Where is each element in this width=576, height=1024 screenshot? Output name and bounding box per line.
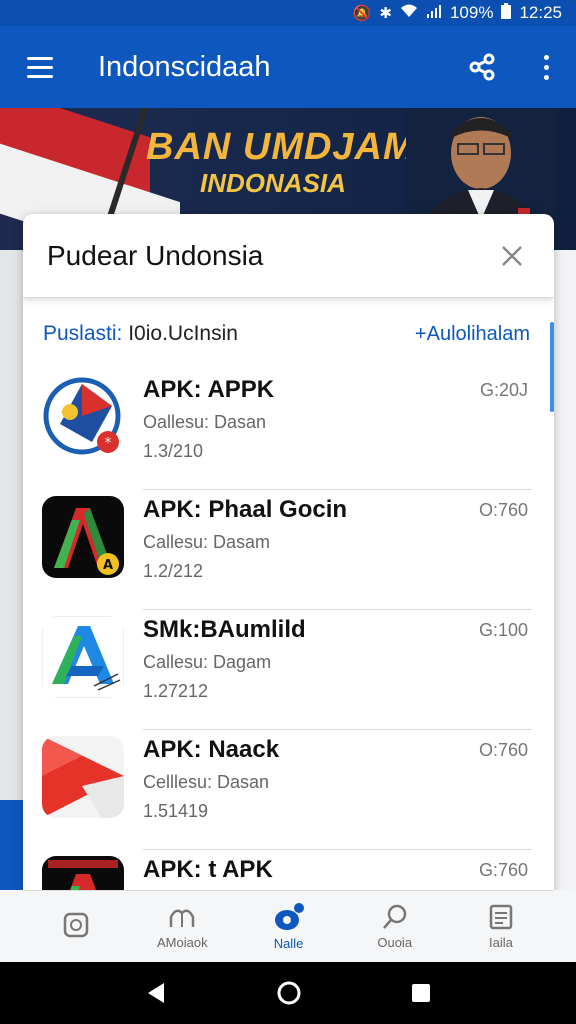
battery-percent: 109% [449,3,494,22]
red-arrow-app-icon [42,736,124,818]
background-left [0,250,24,800]
nav-label: AMoiaok [157,935,208,950]
menu-button[interactable] [0,26,80,108]
svg-text:*: * [105,436,112,451]
home-icon[interactable] [276,980,302,1006]
item-title: SMk:BAumlild [143,616,306,643]
item-title: APK: t APK [143,856,273,883]
item-value: G:20J [479,380,528,400]
publisher-value: I0io.UcInsin [128,322,238,345]
share-button[interactable] [452,37,512,97]
app-bar: Indonscidaah [0,26,576,108]
bottom-nav: AMoiaok Nalle Ouoia Iaila [23,890,554,962]
item-subtitle: Callesu: Dasam [143,532,271,552]
item-date: 1.51419 [143,801,209,821]
list-item[interactable]: SMk:BAumlild Callesu: Dagam 1.27212 G:10… [23,610,554,730]
share-icon [469,53,495,81]
list-item[interactable]: * APK: APPK Oallesu: Dasan 1.3/210 G:20J [23,370,554,490]
banner-subheadline: INDONASIA [200,168,346,198]
sheet-header: Pudear Undonsia [23,214,554,298]
item-subtitle: Celllesu: Dasan [143,772,270,792]
nav-item-gallery[interactable] [23,891,129,962]
recents-icon[interactable] [410,982,432,1004]
item-subtitle: Callesu: Dagam [143,652,272,672]
nav-item-ouoia[interactable]: Ouoia [342,891,448,962]
item-value: O:760 [478,500,528,520]
item-date: 1.2/212 [143,561,204,581]
sheet-title: Pudear Undonsia [47,239,264,271]
background-right [552,250,576,890]
banner-headline: BAN UMDJAM [146,126,416,168]
item-value: G:760 [478,860,528,880]
bottom-sheet: Pudear Undonsia Puslasti: I0io.UcInsin +… [23,214,554,904]
list-item[interactable]: APK: Naack Celllesu: Dasan 1.51419 O:760 [23,730,554,850]
nav-left-edge [0,890,24,962]
item-title: APK: APPK [143,376,275,403]
wifi-icon [400,4,418,22]
nav-right-edge [552,890,576,962]
nav-item-iaila[interactable]: Iaila [448,891,554,962]
more-options-button[interactable] [526,37,566,97]
gallery-icon [63,912,89,937]
chat-dot-icon [274,903,304,930]
system-nav-bar [0,962,576,1024]
back-icon[interactable] [144,981,168,1005]
battery-icon [501,3,512,23]
clock: 12:25 [519,3,562,22]
document-icon [489,904,513,930]
mute-icon: 🔕 [352,5,372,22]
publisher-row: Puslasti: I0io.UcInsin +Aulolihalam [23,298,554,370]
add-link[interactable]: +Aulolihalam [415,323,530,346]
app-title: Indonscidaah [98,50,271,83]
item-value: G:100 [478,620,528,640]
item-title: APK: Phaal Gocin [143,496,348,523]
publisher: Puslasti: I0io.UcInsin [43,322,238,346]
svg-text:A: A [103,558,113,573]
search-icon [382,904,406,929]
a-arrow-app-icon [42,616,124,698]
close-button[interactable] [494,238,530,274]
nav-item-nalle[interactable]: Nalle [235,891,341,962]
nav-item-amoiaok[interactable]: AMoiaok [129,891,235,962]
nav-label: Iaila [488,935,513,950]
kite-emblem-icon: * [42,376,124,458]
list-item[interactable]: A APK: Phaal Gocin Callesu: Dasam 1.2/21… [23,490,554,610]
bluetooth-icon: ✱ [379,5,392,22]
item-value: O:760 [478,740,528,760]
publisher-label: Puslasti: [43,322,123,345]
item-date: 1.27212 [143,681,209,701]
hamburger-icon [27,56,53,60]
item-title: APK: Naack [143,736,280,763]
background-blue-strip [0,800,24,890]
status-bar: 🔕 ✱ 109% 12:25 [0,0,576,26]
hat-icon [170,909,195,927]
signal-icon [426,4,442,22]
close-icon [502,245,522,266]
item-subtitle: Oallesu: Dasan [143,412,267,432]
nav-label: Ouoia [377,935,413,950]
a-letter-app-icon: A [42,496,124,578]
item-date: 1.3/210 [143,441,204,461]
more-vert-icon [543,54,549,60]
nav-label: Nalle [273,936,304,951]
